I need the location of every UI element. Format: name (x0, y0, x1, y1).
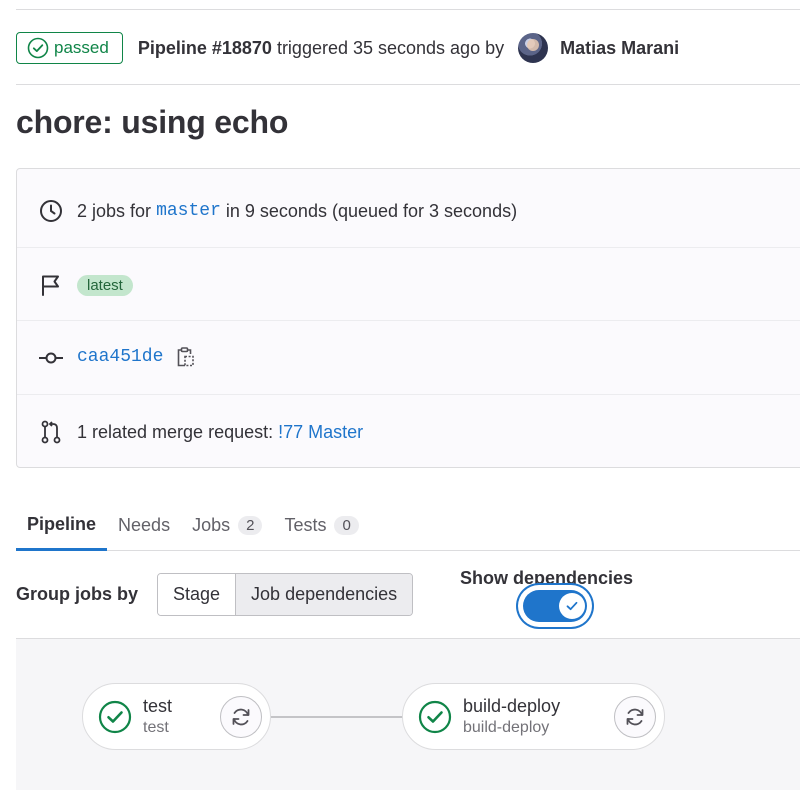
info-divider (17, 394, 800, 395)
stage-option-button[interactable]: Stage (158, 574, 236, 615)
pipeline-id: Pipeline #18870 (137, 37, 272, 58)
tab-tests[interactable]: Tests 0 (273, 500, 369, 551)
group-by-segmented-control: Stage Job dependencies (157, 573, 414, 616)
commit-sha-link[interactable]: caa451de (77, 347, 163, 367)
pipeline-summary: Pipeline #18870 triggered 35 seconds ago… (138, 38, 504, 59)
latest-badge: latest (77, 274, 133, 296)
status-badge[interactable]: passed (16, 32, 123, 64)
commit-row: caa451de (17, 339, 800, 375)
merge-request-link[interactable]: !77 Master (278, 422, 363, 443)
show-dependencies-toggle[interactable] (520, 587, 590, 625)
tab-pipeline[interactable]: Pipeline (16, 500, 108, 551)
tab-jobs[interactable]: Jobs 2 (181, 500, 273, 551)
page-title: chore: using echo (16, 104, 289, 140)
job-stage: test (143, 718, 169, 736)
header-divider (16, 84, 800, 85)
pipeline-graph: test test build-deploy build-deploy (16, 639, 800, 790)
tab-label: Jobs (192, 515, 231, 535)
info-divider (17, 247, 800, 248)
copy-to-clipboard-icon (178, 347, 195, 367)
info-divider (17, 320, 800, 321)
pipeline-page: passed Pipeline #18870 triggered 35 seco… (0, 0, 800, 790)
job-text: build-deploy build-deploy (463, 696, 560, 737)
job-name: test (143, 696, 173, 717)
tab-label: Tests (284, 515, 327, 535)
job-dependencies-option-button[interactable]: Job dependencies (235, 574, 413, 615)
tab-label: Needs (118, 515, 171, 535)
tab-needs[interactable]: Needs (107, 500, 181, 551)
toggle-knob (559, 593, 585, 619)
merge-request-prefix: 1 related merge request: (77, 421, 274, 442)
job-dependency-line (271, 716, 403, 718)
pipeline-header: passed Pipeline #18870 triggered 35 seco… (16, 32, 679, 64)
pipeline-tabs: Pipeline Needs Jobs 2 Tests 0 (16, 500, 800, 551)
retry-job-button[interactable] (614, 696, 656, 738)
job-status-success-icon (98, 700, 132, 734)
retry-icon (626, 708, 644, 726)
author-name[interactable]: Matias Marani (560, 38, 679, 59)
job-stage: build-deploy (463, 718, 550, 736)
show-dependencies-label: Show dependencies (460, 568, 634, 588)
retry-icon (232, 708, 250, 726)
badges-row: latest (17, 267, 800, 303)
job-text: test test (143, 696, 172, 737)
status-success-icon (27, 37, 49, 59)
merge-request-icon (37, 418, 65, 446)
tests-count-badge: 0 (334, 516, 359, 535)
clock-icon (37, 197, 65, 225)
jobs-suffix: in 9 seconds (queued for 3 seconds) (225, 200, 518, 221)
commit-icon (37, 343, 65, 371)
toggle-track (523, 590, 587, 622)
tab-label: Pipeline (27, 513, 97, 534)
jobs-duration-row: 2 jobs for master in 9 seconds (queued f… (17, 193, 800, 229)
triggered-text: triggered 35 seconds ago by (276, 37, 505, 58)
branch-link[interactable]: master (156, 201, 221, 221)
jobs-prefix: 2 jobs for (77, 200, 152, 221)
flag-icon (37, 271, 65, 299)
pipeline-info-card: 2 jobs for master in 9 seconds (queued f… (16, 168, 800, 468)
retry-job-button[interactable] (220, 696, 262, 738)
top-divider (16, 9, 800, 10)
jobs-count-badge: 2 (238, 516, 263, 535)
job-name: build-deploy (463, 696, 561, 717)
job-card-build-deploy[interactable]: build-deploy build-deploy (402, 683, 665, 750)
merge-request-row: 1 related merge request: !77 Master (17, 414, 800, 450)
status-label: passed (54, 38, 109, 57)
job-card-test[interactable]: test test (82, 683, 271, 750)
check-icon (566, 601, 578, 611)
job-status-success-icon (418, 700, 452, 734)
copy-sha-button[interactable] (175, 346, 195, 368)
group-jobs-label: Group jobs by (16, 584, 139, 604)
avatar[interactable] (518, 33, 549, 63)
